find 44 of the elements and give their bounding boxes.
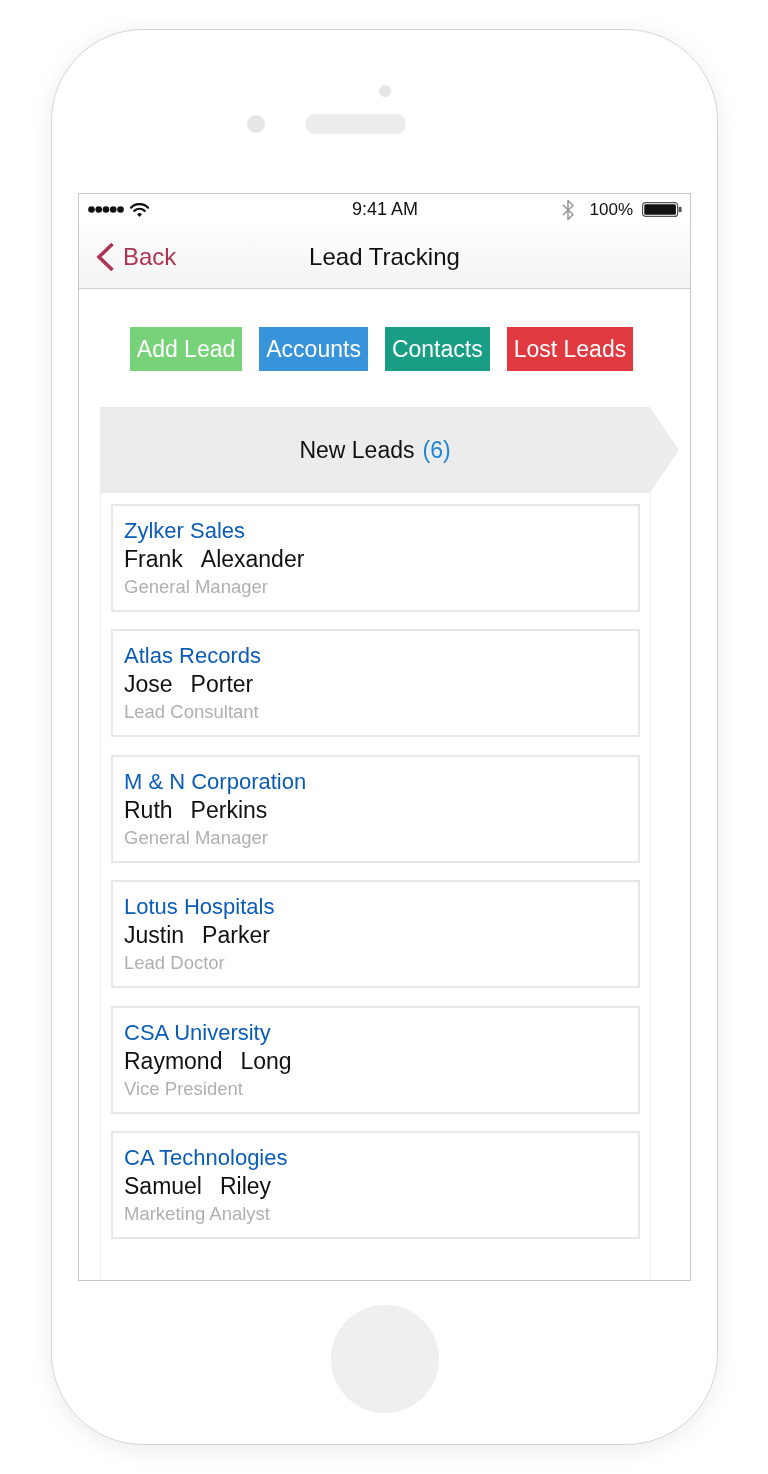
first-name: Justin [124, 921, 185, 951]
first-name: Raymond [124, 1046, 223, 1076]
job-title: Marketing Analyst [124, 1201, 270, 1226]
company-name: Lotus Hospitals [124, 893, 275, 922]
lead-card[interactable]: CSA University Raymond Long Vice President [111, 1005, 640, 1114]
stage-title: New Leads [299, 436, 415, 464]
nav-title: Lead Tracking [309, 242, 460, 271]
battery-icon [642, 202, 682, 217]
lead-card[interactable]: CA Technologies Samuel Riley Marketing Analyst [111, 1130, 640, 1239]
lead-card[interactable]: Atlas Records Jose Porter Lead Consultant [111, 629, 640, 738]
last-name: Long [240, 1046, 292, 1076]
job-title: General Manager [124, 825, 268, 850]
job-title: Lead Consultant [124, 700, 259, 725]
first-name: Frank [124, 545, 183, 574]
last-name: Porter [190, 670, 254, 700]
lead-card[interactable]: M & N Corporation Ruth Perkins General Manager [111, 754, 640, 863]
camera-lens [247, 115, 265, 133]
signal-dots-icon [88, 206, 124, 213]
lead-count: (6) [422, 436, 451, 464]
chevron-left-icon [95, 241, 115, 272]
company-name: CSA University [124, 1018, 271, 1047]
last-name: Riley [220, 1171, 272, 1201]
company-name: M & N Corporation [124, 767, 307, 796]
company-name: Atlas Records [124, 642, 261, 671]
lead-card[interactable]: Zylker Sales Frank Alexander General Manager [111, 504, 640, 612]
job-title: Vice President [124, 1076, 243, 1101]
company-name: CA Technologies [124, 1143, 288, 1172]
first-name: Samuel [124, 1171, 202, 1201]
last-name: Parker [202, 921, 270, 951]
bluetooth-icon [561, 198, 575, 221]
job-title: Lead Doctor [124, 951, 225, 976]
last-name: Perkins [190, 795, 268, 825]
sensor-dot [378, 85, 391, 97]
first-name: Ruth [124, 795, 173, 825]
last-name: Alexander [200, 545, 305, 574]
lead-card[interactable]: Lotus Hospitals Justin Parker Lead Doctor [111, 880, 640, 989]
battery-percent: 100% [589, 199, 633, 220]
back-button[interactable]: Back [95, 241, 177, 272]
wifi-icon [130, 202, 149, 217]
status-time: 9:41 AM [351, 199, 418, 220]
first-name: Jose [124, 670, 173, 700]
action-button[interactable]: Lost Leads [506, 327, 634, 371]
company-name: Zylker Sales [124, 517, 246, 545]
job-title: General Manager [124, 575, 268, 599]
